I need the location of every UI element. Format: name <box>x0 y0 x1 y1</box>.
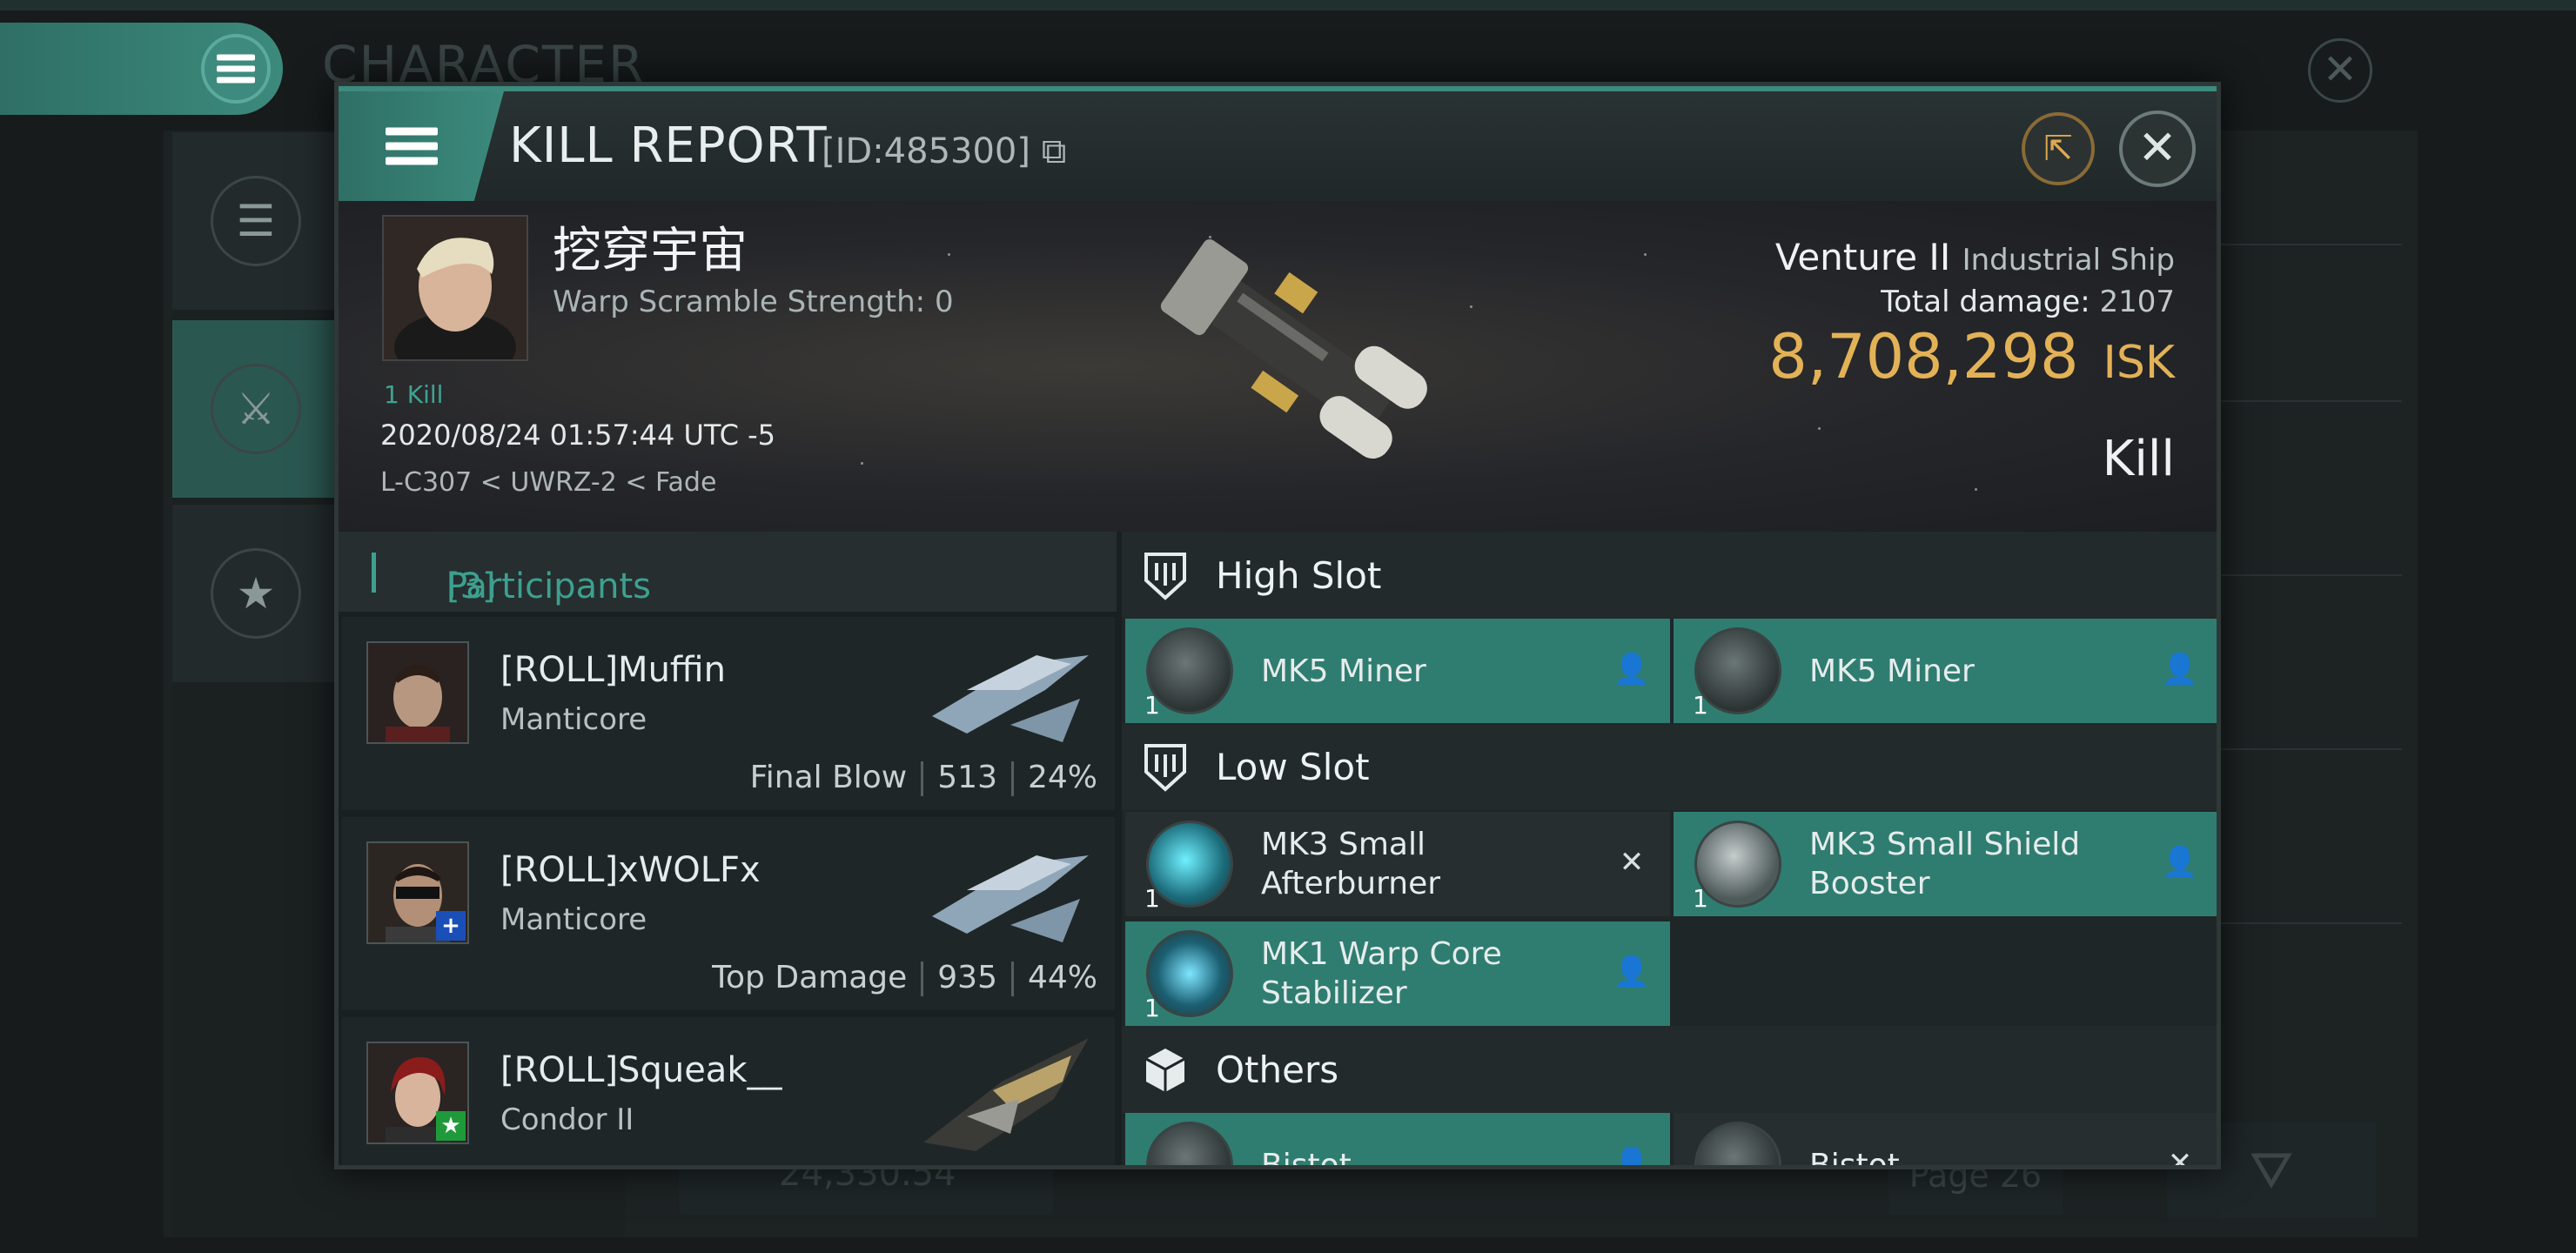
warp-scramble-strength: Warp Scramble Strength: 0 <box>553 285 954 319</box>
crossed-swords-icon: ⚔ <box>211 364 301 454</box>
total-damage: Total damage: 2107 <box>1881 285 2175 319</box>
star-icon: ★ <box>211 548 301 639</box>
person-icon: 👤 <box>2161 845 2199 880</box>
kill-location[interactable]: L-C307 < UWRZ-2 < Fade <box>380 467 716 498</box>
participant-name: [ROLL]Muffin <box>500 650 726 690</box>
cargo-icon <box>1145 1049 1185 1092</box>
high-slot-icon <box>1144 553 1186 600</box>
divider <box>2202 922 2402 924</box>
fitted-item[interactable]: 1 MK5 Miner 👤 <box>1125 619 1670 723</box>
divider <box>2202 400 2402 402</box>
others-header: Others <box>1122 1026 2217 1113</box>
copy-icon[interactable]: ⧉ <box>1042 131 1067 171</box>
participant-portrait[interactable]: + <box>366 841 469 944</box>
ore-icon <box>1694 1122 1781 1165</box>
victim-name[interactable]: 挖穿宇宙 <box>553 211 748 282</box>
menu-icon <box>385 121 438 172</box>
close-icon: ✕ <box>2137 120 2177 175</box>
kill-datetime: 2020/08/24 01:57:44 UTC -5 <box>380 419 776 452</box>
star-icon: ★ <box>436 1111 466 1141</box>
cargo-item[interactable]: 1 Bistot 👤 <box>1125 1113 1670 1169</box>
fitted-item[interactable]: 1 MK5 Miner 👤 <box>1674 619 2217 723</box>
person-icon: 👤 <box>2161 652 2199 687</box>
share-button[interactable]: ⇱ <box>2022 112 2095 185</box>
participant-row[interactable]: ★ [ROLL]Squeak__ Condor II <box>342 1017 1115 1165</box>
participant-stats: Top Damage 935 44% <box>712 960 1097 996</box>
menu-icon <box>217 50 255 89</box>
plus-icon: + <box>436 911 466 941</box>
ship-name[interactable]: Venture II Industrial Ship <box>1775 236 2175 278</box>
low-slot-icon <box>1144 744 1186 792</box>
participant-ship-image <box>932 855 1089 942</box>
participant-portrait[interactable] <box>366 641 469 744</box>
participant-name: [ROLL]Squeak__ <box>500 1050 782 1090</box>
top-strip <box>0 0 2576 10</box>
close-button[interactable]: ✕ <box>2119 111 2196 187</box>
close-icon[interactable]: ✕ <box>2308 38 2372 103</box>
fitted-item[interactable]: 1 MK3 Small Afterburner ✕ <box>1125 812 1670 916</box>
person-icon: 👤 <box>1613 1146 1651 1169</box>
participant-row[interactable]: + [ROLL]xWOLFx Manticore Top Damage 935 44… <box>342 817 1115 1010</box>
dialog-title: KILL REPORT <box>509 117 828 174</box>
kill-summary: 挖穿宇宙 Warp Scramble Strength: 0 1 Kill 20… <box>339 201 2217 532</box>
kill-id[interactable]: [ID:485300] ⧉ <box>822 131 1066 171</box>
fitted-item[interactable]: 1 MK3 Small Shield Booster 👤 <box>1674 812 2217 916</box>
participant-portrait[interactable]: ★ <box>366 1042 469 1144</box>
main-menu-button[interactable] <box>0 23 283 115</box>
ship-image[interactable] <box>1113 218 1461 514</box>
divider <box>2202 244 2402 245</box>
victim-portrait[interactable] <box>382 215 528 361</box>
participant-stats: Final Blow 513 24% <box>749 760 1097 796</box>
dialog-header: KILL REPORT [ID:485300] ⧉ ⇱ ✕ <box>339 86 2217 206</box>
fitted-item[interactable]: 1 MK1 Warp Core Stabilizer 👤 <box>1125 921 1670 1026</box>
participant-ship: Manticore <box>500 702 647 737</box>
kill-count: 1 Kill <box>384 380 444 409</box>
ore-icon <box>1146 1122 1233 1165</box>
fitting-panel: High Slot 1 MK5 Miner 👤 1 MK5 Miner 👤 Lo… <box>1122 532 2217 1169</box>
participants-panel: Participants [3] [ROLL]Muffin Manticore … <box>339 532 1122 1165</box>
divider <box>2202 574 2402 576</box>
destroyed-icon: ✕ <box>2167 1146 2193 1169</box>
low-slot-header: Low Slot <box>1122 723 2217 810</box>
share-icon: ⇱ <box>2043 129 2073 169</box>
cargo-item[interactable]: 1 Bistot ✕ <box>1674 1113 2217 1169</box>
destroyed-icon: ✕ <box>1619 845 1645 880</box>
tab-favorites[interactable]: ★ <box>172 505 338 682</box>
person-icon: 👤 <box>1613 652 1651 687</box>
high-slot-header: High Slot <box>1122 532 2217 619</box>
kill-result: Kill <box>2102 431 2175 487</box>
participants-header: Participants [3] <box>339 532 1117 612</box>
participant-ship: Condor II <box>500 1102 634 1137</box>
person-icon: 👤 <box>1613 955 1651 989</box>
list-icon: ☰ <box>211 176 301 266</box>
divider <box>2202 748 2402 750</box>
dialog-menu-button[interactable] <box>339 91 504 201</box>
participant-ship: Manticore <box>500 902 647 937</box>
participant-ship-image <box>932 655 1089 742</box>
participant-row[interactable]: [ROLL]Muffin Manticore Final Blow 513 24% <box>342 617 1115 810</box>
tab-list[interactable]: ☰ <box>172 132 338 310</box>
isk-value: 8,708,298 ISK <box>1768 321 2175 392</box>
tab-combat[interactable]: ⚔ <box>172 320 338 498</box>
kill-report-dialog: KILL REPORT [ID:485300] ⧉ ⇱ ✕ 挖穿宇宙 Warp … <box>334 82 2221 1169</box>
participant-name: [ROLL]xWOLFx <box>500 850 761 890</box>
participant-ship-image <box>923 1038 1089 1151</box>
